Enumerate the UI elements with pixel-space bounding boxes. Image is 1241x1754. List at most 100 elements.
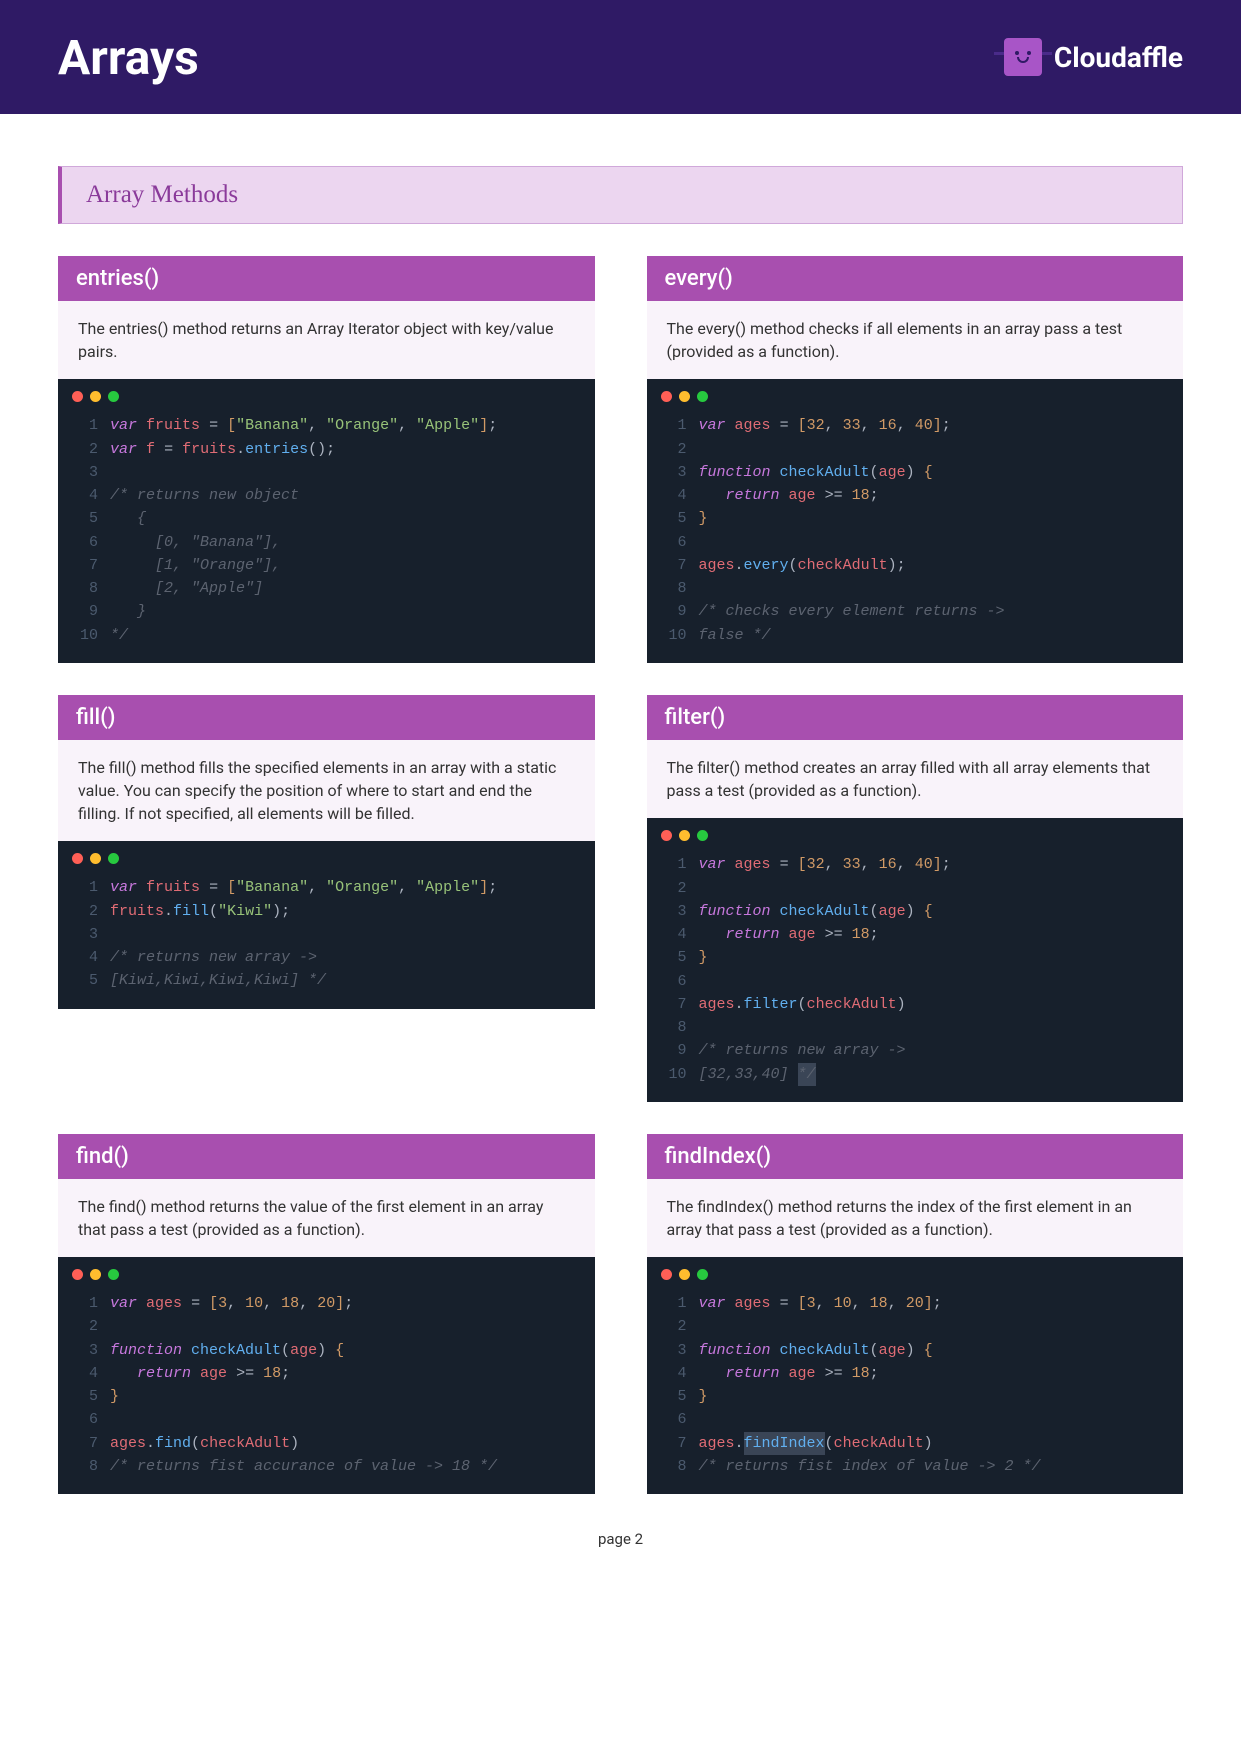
code-token: f [146,438,155,461]
code-token: 18 [870,1292,888,1315]
green-dot-icon [108,391,119,402]
code-token: var [110,1292,137,1315]
line-number: 9 [72,600,98,623]
code-token: [ [227,414,236,437]
code-token: checkAdult [807,993,897,1016]
card-description: The filter() method creates an array fil… [647,740,1184,818]
line-number: 4 [72,946,98,969]
code-line: 10false */ [661,624,1170,647]
code-token: ; [870,923,879,946]
code-token [771,461,780,484]
code-token: 20 [317,1292,335,1315]
code-token: [ [798,853,807,876]
code-token: ( [870,461,879,484]
code-token: [2, "Apple"] [110,577,263,600]
code-line: 4 return age >= 18; [661,1362,1170,1385]
code-token [771,414,780,437]
code-token: ages [146,1292,182,1315]
method-card: every()The every() method checks if all … [647,256,1184,663]
page-title: Arrays [58,29,199,86]
code-token: ] [933,414,942,437]
card-description: The every() method checks if all element… [647,301,1184,379]
code-token [771,853,780,876]
code-token: var [110,414,137,437]
code-token: ( [281,1339,290,1362]
line-number: 7 [661,1432,687,1455]
code-token: findIndex [744,1432,825,1455]
code-token: } [110,600,146,623]
code-line: 5} [661,1385,1170,1408]
code-token: , [398,876,416,899]
code-token: ) [924,1432,933,1455]
code-token: 3 [807,1292,816,1315]
code-token [726,414,735,437]
code-token: return [726,1362,780,1385]
code-token: { [110,507,146,530]
code-token: "Orange" [326,876,398,899]
code-token: 10 [834,1292,852,1315]
code-line: 7ages.find(checkAdult) [72,1432,581,1455]
code-line: 3 [72,923,581,946]
code-token: checkAdult [798,554,888,577]
code-token: , [861,853,879,876]
code-block: 1var fruits = ["Banana", "Orange", "Appl… [58,841,595,1008]
code-token [771,1292,780,1315]
card-description: The entries() method returns an Array It… [58,301,595,379]
code-token [254,1362,263,1385]
code-line: 2 [661,877,1170,900]
code-token [771,900,780,923]
code-token: , [299,1292,317,1315]
code-token [110,1362,137,1385]
code-token [137,876,146,899]
code-token: , [825,414,843,437]
code-token: ages [735,1292,771,1315]
code-token: ; [942,853,951,876]
code-token: , [308,414,326,437]
code-token [816,484,825,507]
code-token: var [110,438,137,461]
code-line: 2 [661,438,1170,461]
code-token: ] [479,876,488,899]
line-number: 6 [661,970,687,993]
red-dot-icon [72,391,83,402]
code-token: ( [798,993,807,1016]
code-token: checkAdult [200,1432,290,1455]
code-line: 1var ages = [32, 33, 16, 40]; [661,414,1170,437]
code-token: , [227,1292,245,1315]
code-token [227,1362,236,1385]
code-token: age [789,923,816,946]
code-token [200,1292,209,1315]
code-body: 1var ages = [3, 10, 18, 20];23function c… [647,1284,1184,1494]
line-number: 8 [661,1455,687,1478]
code-token [699,1362,726,1385]
code-token: ages [699,554,735,577]
code-token: ; [870,1362,879,1385]
code-token: function [699,1339,771,1362]
line-number: 9 [661,600,687,623]
code-token: ; [933,1292,942,1315]
code-token: . [735,554,744,577]
code-line: 4/* returns new object [72,484,581,507]
code-token: /* returns fist index of value -> 2 */ [699,1455,1041,1478]
code-token: ages [735,414,771,437]
code-token: , [398,414,416,437]
code-token: "Apple" [416,414,479,437]
code-token: { [924,900,933,923]
code-token: ) [906,900,924,923]
code-token: . [146,1432,155,1455]
red-dot-icon [661,830,672,841]
code-token: 18 [263,1362,281,1385]
code-token: , [308,876,326,899]
code-token [771,1339,780,1362]
line-number: 6 [72,1408,98,1431]
code-token: */ [798,1063,816,1086]
code-line: 4/* returns new array -> [72,946,581,969]
code-line: 8 [661,577,1170,600]
code-token [726,853,735,876]
line-number: 4 [661,923,687,946]
line-number: 6 [661,1408,687,1431]
code-block: 1var ages = [32, 33, 16, 40];23function … [647,818,1184,1102]
code-line: 1var ages = [3, 10, 18, 20]; [661,1292,1170,1315]
code-token: , [861,414,879,437]
code-token: 18 [852,923,870,946]
